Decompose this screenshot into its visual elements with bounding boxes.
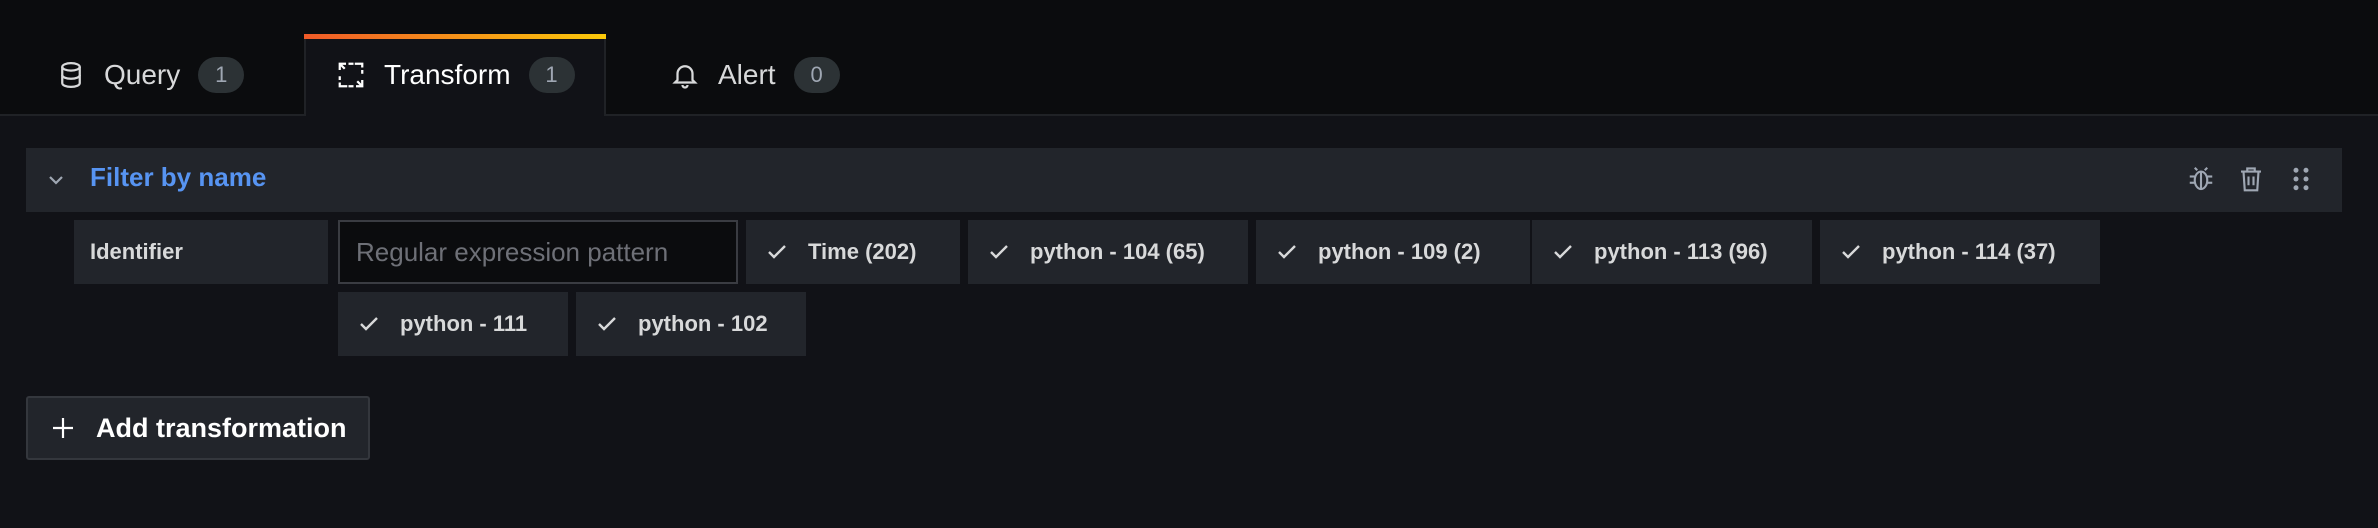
tab-alert-label: Alert bbox=[718, 59, 776, 90]
field-chip[interactable]: python - 111 bbox=[338, 292, 568, 356]
field-chip-label: python - 114 (37) bbox=[1882, 239, 2056, 264]
field-chip-label: python - 113 (96) bbox=[1594, 239, 1768, 264]
check-icon bbox=[988, 241, 1010, 263]
field-chip-label: python - 109 (2) bbox=[1318, 239, 1481, 264]
trash-icon[interactable] bbox=[2234, 162, 2268, 196]
field-chip[interactable]: python - 104 (65) bbox=[968, 220, 1248, 284]
check-icon bbox=[1840, 241, 1862, 263]
transformation-title[interactable]: Filter by name bbox=[90, 162, 266, 193]
tab-transform-count: 1 bbox=[528, 57, 575, 93]
check-icon bbox=[596, 313, 618, 335]
add-transformation-label: Add transformation bbox=[96, 412, 347, 443]
database-icon bbox=[56, 60, 86, 90]
plus-icon bbox=[50, 415, 76, 441]
field-chip[interactable]: Time (202) bbox=[746, 220, 960, 284]
bell-icon bbox=[670, 60, 700, 90]
tab-alert-count: 0 bbox=[793, 57, 840, 93]
tab-query[interactable]: Query 1 bbox=[56, 34, 245, 116]
add-transformation-button[interactable]: Add transformation bbox=[26, 396, 370, 460]
field-chip[interactable]: python - 113 (96) bbox=[1532, 220, 1812, 284]
check-icon bbox=[1276, 241, 1298, 263]
field-chip[interactable]: python - 109 (2) bbox=[1256, 220, 1530, 284]
tab-query-label: Query bbox=[104, 59, 181, 90]
bug-icon[interactable] bbox=[2184, 162, 2218, 196]
transformation-actions bbox=[2184, 162, 2318, 196]
drag-handle-icon[interactable] bbox=[2284, 162, 2318, 196]
regex-pattern-input[interactable] bbox=[338, 220, 738, 284]
field-chip-label: python - 104 (65) bbox=[1030, 239, 1205, 264]
tab-transform-label: Transform bbox=[384, 59, 511, 90]
tab-alert[interactable]: Alert 0 bbox=[670, 34, 840, 116]
check-icon bbox=[358, 313, 380, 335]
tab-query-count: 1 bbox=[198, 57, 245, 93]
editor-tabs-bar: Query 1 Transform 1 Alert 0 bbox=[0, 0, 2378, 116]
identifier-label: Identifier bbox=[74, 220, 328, 284]
check-icon bbox=[766, 241, 788, 263]
field-chip-label: Time (202) bbox=[808, 239, 917, 264]
transformation-header[interactable]: Filter by name bbox=[26, 148, 2342, 212]
field-chip[interactable]: python - 102 bbox=[576, 292, 806, 356]
tab-transform[interactable]: Transform 1 bbox=[304, 34, 606, 116]
check-icon bbox=[1552, 241, 1574, 263]
field-chip[interactable]: python - 114 (37) bbox=[1820, 220, 2100, 284]
chevron-down-icon[interactable] bbox=[46, 170, 66, 190]
field-chip-label: python - 111 bbox=[400, 311, 528, 336]
transform-icon bbox=[336, 60, 366, 90]
active-tab-accent bbox=[304, 34, 606, 39]
field-chip-label: python - 102 bbox=[638, 311, 768, 336]
